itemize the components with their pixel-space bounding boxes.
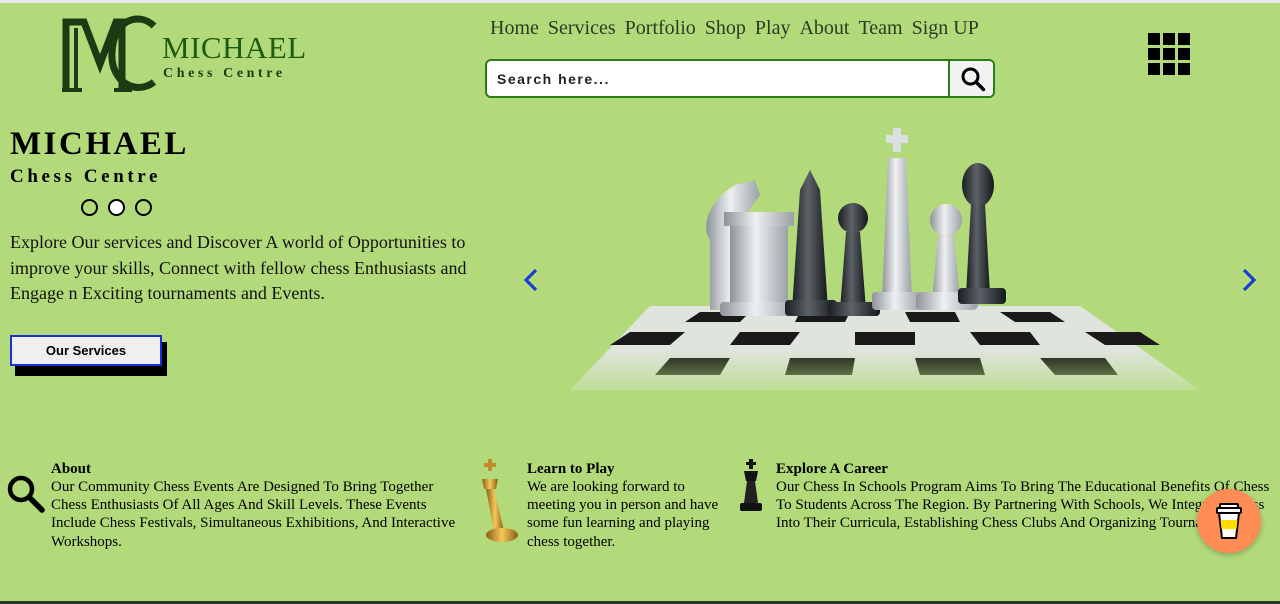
coffee-cup-button[interactable] [1197,489,1261,553]
feature-text: Our Community Chess Events Are Designed … [51,479,456,550]
grid-cell [1148,33,1160,45]
search-button[interactable] [948,61,993,96]
grid-cell [1163,48,1175,60]
chess-board-image [560,128,1210,400]
grid-cell [1178,48,1190,60]
feature-title: Learn to Play [527,461,615,477]
feature-text: We are looking forward to meeting you in… [527,479,719,550]
feature-title: About [51,461,92,477]
nav-team[interactable]: Team [858,17,902,40]
nav-portfolio[interactable]: Portfolio [625,17,696,40]
chevron-left-icon[interactable] [522,267,540,293]
hero-title: MICHAEL [10,126,189,162]
grid-cell [1148,63,1160,75]
feature-learn-to-play: Learn to Play We are looking forward to … [527,460,727,551]
search-icon [961,67,985,91]
our-services-button-wrap: Our Services [10,335,167,376]
hero-description: Explore Our services and Discover A worl… [10,232,467,303]
grid-cell [1178,63,1190,75]
slide-dot-3[interactable] [135,199,152,216]
magnifier-icon [7,475,45,513]
chevron-right-icon[interactable] [1240,267,1258,293]
nav-about[interactable]: About [799,17,849,40]
top-border [0,0,1280,3]
nav-play[interactable]: Play [755,17,791,40]
logo-monogram [62,15,157,92]
nav-sign-up[interactable]: Sign UP [912,17,979,40]
search-bar [485,59,995,98]
grid-cell [1148,48,1160,60]
grid-cell [1163,63,1175,75]
search-input[interactable] [487,61,948,96]
black-king-icon [740,459,762,511]
main-nav: Home Services Portfolio Shop Play About … [490,17,979,40]
grid-cell [1178,33,1190,45]
site-logo[interactable]: MICHAEL Chess Centre [62,12,322,94]
feature-title: Explore A Career [776,461,888,477]
logo-title: MICHAEL [162,30,307,65]
grid-cell [1163,33,1175,45]
logo-subtitle: Chess Centre [163,66,286,81]
slide-indicators [81,199,152,216]
gold-king-icon [482,459,518,542]
slide-dot-2[interactable] [108,199,125,216]
hero-subtitle: Chess Centre [10,166,162,187]
nav-home[interactable]: Home [490,17,539,40]
grid-menu-icon[interactable] [1148,33,1190,75]
feature-about: About Our Community Chess Events Are Des… [51,460,471,551]
nav-shop[interactable]: Shop [705,17,746,40]
slide-dot-1[interactable] [81,199,98,216]
our-services-button[interactable]: Our Services [10,335,162,366]
coffee-cup-icon [1216,503,1242,539]
nav-services[interactable]: Services [548,17,616,40]
